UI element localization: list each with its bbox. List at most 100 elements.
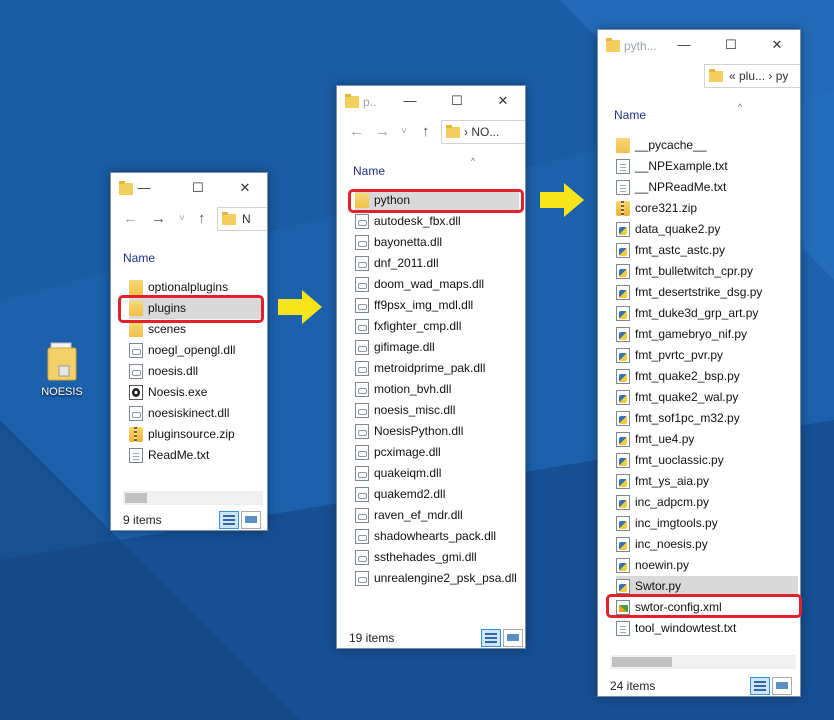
up-button[interactable]: ↑ (198, 210, 206, 227)
explorer-window-noesis: — ☐ ✕ ← → ˅ ↑ N Name optionalplugins plug… (110, 172, 268, 531)
list-item[interactable]: noewin.py (616, 555, 798, 576)
list-item[interactable]: ssthehades_gmi.dll (355, 547, 519, 568)
list-item[interactable]: motion_bvh.dll (355, 379, 519, 400)
maximize-button[interactable]: ☐ (714, 34, 748, 56)
list-item[interactable]: NoesisPython.dll (355, 421, 519, 442)
close-button[interactable]: ✕ (760, 34, 794, 56)
large-icons-view-button[interactable] (503, 629, 523, 647)
scrollbar-thumb[interactable] (125, 493, 147, 503)
list-item[interactable]: fmt_uoclassic.py (616, 450, 798, 471)
address-bar[interactable]: N (217, 207, 267, 231)
list-item[interactable]: doom_wad_maps.dll (355, 274, 519, 295)
list-item[interactable]: gifimage.dll (355, 337, 519, 358)
list-item[interactable]: quakemd2.dll (355, 484, 519, 505)
list-item[interactable]: noegl_opengl.dll (129, 340, 261, 361)
list-item[interactable]: __NPExample.txt (616, 156, 798, 177)
list-item[interactable]: ReadMe.txt (129, 445, 261, 466)
list-item[interactable]: Noesis.exe (129, 382, 261, 403)
list-item-label: fmt_gamebryo_nif.py (635, 327, 748, 341)
list-item[interactable]: autodesk_fbx.dll (355, 211, 519, 232)
details-view-button[interactable] (481, 629, 501, 647)
name-column-header[interactable]: Name (353, 164, 385, 178)
up-button[interactable]: ↑ (422, 123, 430, 140)
details-view-button[interactable] (750, 677, 770, 695)
list-item[interactable]: Swtor.py (616, 576, 798, 597)
address-segment[interactable]: NO... (471, 125, 499, 139)
forward-button[interactable]: → (375, 123, 390, 140)
list-item[interactable]: fmt_pvrtc_pvr.py (616, 345, 798, 366)
list-item[interactable]: data_quake2.py (616, 219, 798, 240)
list-item[interactable]: fmt_quake2_wal.py (616, 387, 798, 408)
minimize-button[interactable]: — (667, 34, 701, 56)
list-item-label: dnf_2011.dll (374, 256, 439, 270)
dll-file-icon (355, 529, 369, 544)
python-file-icon (616, 453, 630, 468)
list-item[interactable]: quakeiqm.dll (355, 463, 519, 484)
list-item[interactable]: bayonetta.dll (355, 232, 519, 253)
list-item[interactable]: dnf_2011.dll (355, 253, 519, 274)
desktop-icon-noesis[interactable]: NOESIS (36, 340, 88, 398)
list-item[interactable]: fmt_ue4.py (616, 429, 798, 450)
horizontal-scrollbar[interactable] (123, 491, 263, 505)
list-item[interactable]: fmt_ys_aia.py (616, 471, 798, 492)
python-file-icon (616, 222, 630, 237)
list-item[interactable]: noesis_misc.dll (355, 400, 519, 421)
list-item[interactable]: unrealengine2_psk_psa.dll (355, 568, 519, 589)
name-column-header[interactable]: Name (614, 108, 646, 122)
name-column-header[interactable]: Name (123, 251, 155, 265)
list-item[interactable]: shadowhearts_pack.dll (355, 526, 519, 547)
list-item[interactable]: fmt_astc_astc.py (616, 240, 798, 261)
list-item[interactable]: inc_imgtools.py (616, 513, 798, 534)
list-item[interactable]: fmt_duke3d_grp_art.py (616, 303, 798, 324)
list-item[interactable]: pluginsource.zip (129, 424, 261, 445)
list-item[interactable]: tool_windowtest.txt (616, 618, 798, 639)
list-item[interactable]: plugins (129, 298, 261, 319)
list-item[interactable]: __NPReadMe.txt (616, 177, 798, 198)
list-item[interactable]: fxfighter_cmp.dll (355, 316, 519, 337)
list-item[interactable]: __pycache__ (616, 135, 798, 156)
dll-file-icon (355, 445, 369, 460)
close-button[interactable]: ✕ (486, 90, 520, 112)
address-text[interactable]: « plu... › py (729, 69, 788, 83)
list-item[interactable]: raven_ef_mdr.dll (355, 505, 519, 526)
maximize-button[interactable]: ☐ (440, 90, 474, 112)
horizontal-scrollbar[interactable] (610, 655, 796, 669)
list-item[interactable]: inc_adpcm.py (616, 492, 798, 513)
large-icons-view-button[interactable] (772, 677, 792, 695)
list-item[interactable]: inc_noesis.py (616, 534, 798, 555)
title-bar[interactable]: p.. — ☐ ✕ (337, 86, 525, 116)
details-view-button[interactable] (219, 511, 239, 529)
recent-locations-button[interactable]: ˅ (401, 126, 407, 137)
back-button[interactable]: ← (123, 210, 138, 227)
back-button[interactable]: ← (349, 123, 364, 140)
list-item[interactable]: fmt_sof1pc_m32.py (616, 408, 798, 429)
scrollbar-thumb[interactable] (612, 657, 672, 667)
list-item[interactable]: fmt_quake2_bsp.py (616, 366, 798, 387)
list-item[interactable]: fmt_bulletwitch_cpr.py (616, 261, 798, 282)
dll-file-icon (355, 256, 369, 271)
list-item[interactable]: optionalplugins (129, 277, 261, 298)
list-item[interactable]: ff9psx_img_mdl.dll (355, 295, 519, 316)
list-item[interactable]: noesiskinect.dll (129, 403, 261, 424)
title-bar[interactable]: pyth... — ☐ ✕ (598, 30, 800, 60)
list-item[interactable]: noesis.dll (129, 361, 261, 382)
list-item[interactable]: python (355, 190, 519, 211)
title-bar[interactable]: — ☐ ✕ (111, 173, 267, 203)
list-item[interactable]: swtor-config.xml (616, 597, 798, 618)
address-bar[interactable]: « plu... › py (704, 64, 800, 88)
list-item[interactable]: metroidprime_pak.dll (355, 358, 519, 379)
list-item[interactable]: fmt_desertstrike_dsg.py (616, 282, 798, 303)
large-icons-view-button[interactable] (241, 511, 261, 529)
recent-locations-button[interactable]: ˅ (179, 213, 185, 224)
minimize-button[interactable]: — (127, 177, 161, 199)
list-item[interactable]: fmt_gamebryo_nif.py (616, 324, 798, 345)
list-item[interactable]: pcximage.dll (355, 442, 519, 463)
list-item[interactable]: scenes (129, 319, 261, 340)
maximize-button[interactable]: ☐ (181, 177, 215, 199)
forward-button[interactable]: → (151, 210, 166, 227)
close-button[interactable]: ✕ (228, 177, 262, 199)
python-file-icon (616, 327, 630, 342)
list-item[interactable]: core321.zip (616, 198, 798, 219)
address-bar[interactable]: › NO... (441, 120, 525, 144)
minimize-button[interactable]: — (393, 90, 427, 112)
